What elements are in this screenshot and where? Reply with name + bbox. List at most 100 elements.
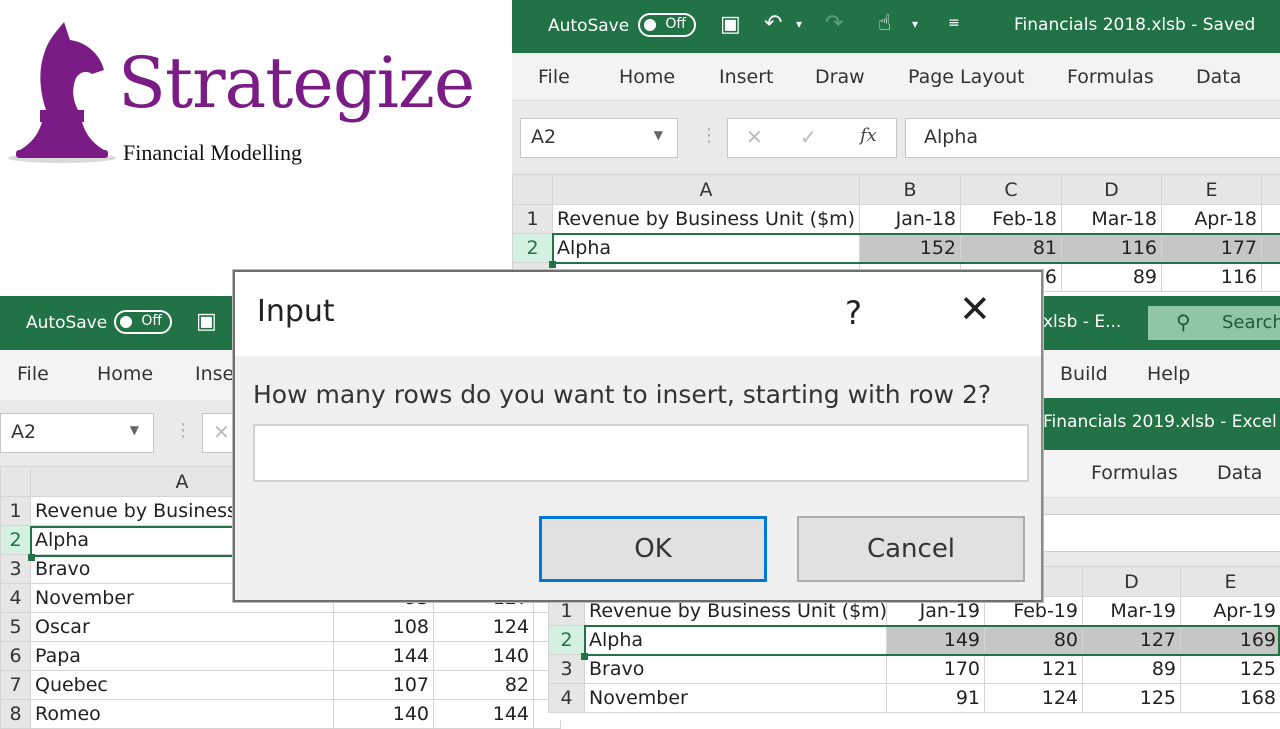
select-all-corner[interactable] xyxy=(513,175,553,205)
cancel-icon[interactable]: ✕ xyxy=(213,420,230,444)
cell[interactable]: 125 xyxy=(1181,655,1280,684)
save-icon[interactable]: ▣ xyxy=(196,311,217,333)
row-header[interactable]: 6 xyxy=(1,642,31,671)
column-header[interactable]: A xyxy=(553,175,860,205)
formula-input[interactable]: Alpha xyxy=(905,118,1280,158)
undo-dropdown-icon[interactable]: ▾ xyxy=(796,18,802,30)
tab-page-layout[interactable]: Page Layout xyxy=(908,66,1025,88)
column-header[interactable]: C xyxy=(961,175,1062,205)
tab-insert[interactable]: Inse xyxy=(195,363,234,385)
cell[interactable]: 170 xyxy=(887,655,985,684)
row-header[interactable]: 3 xyxy=(549,655,585,684)
cell[interactable]: Oscar xyxy=(31,613,334,642)
cell[interactable]: Mar-18 xyxy=(1062,205,1162,234)
cell[interactable]: Alpha xyxy=(553,234,860,263)
touch-mode-icon[interactable]: ☝ xyxy=(878,13,891,35)
cell[interactable]: November xyxy=(585,684,887,713)
ok-button[interactable]: OK xyxy=(539,516,767,582)
cell[interactable]: 168 xyxy=(1181,684,1280,713)
cell[interactable]: Feb-18 xyxy=(961,205,1062,234)
row-header[interactable]: 2 xyxy=(513,234,553,263)
cell[interactable]: 144 xyxy=(434,700,534,729)
row-header[interactable]: 7 xyxy=(1,671,31,700)
row-header[interactable]: 4 xyxy=(1,584,31,613)
select-all-corner[interactable] xyxy=(1,467,31,497)
column-header[interactable]: B xyxy=(860,175,961,205)
name-box[interactable]: A2▼ xyxy=(520,118,678,158)
cell[interactable]: Alpha xyxy=(585,626,887,655)
cell[interactable]: Apr-19 xyxy=(1181,597,1280,626)
tab-data[interactable]: Data xyxy=(1196,66,1241,88)
cancel-button[interactable]: Cancel xyxy=(797,516,1025,582)
cell[interactable]: 149 xyxy=(887,626,985,655)
tab-insert[interactable]: Insert xyxy=(719,66,774,88)
cell[interactable]: 81 xyxy=(961,234,1062,263)
cell[interactable]: Revenue by Business Unit ($m) xyxy=(553,205,860,234)
cell[interactable]: Apr-18 xyxy=(1162,205,1262,234)
cell[interactable]: Romeo xyxy=(31,700,334,729)
tab-home[interactable]: Home xyxy=(619,66,675,88)
autosave-toggle[interactable]: Off xyxy=(638,13,696,37)
enter-icon[interactable]: ✓ xyxy=(800,125,817,149)
formula-input[interactable] xyxy=(1043,514,1280,552)
tab-formulas[interactable]: Formulas xyxy=(1091,462,1178,484)
cell[interactable]: 80 xyxy=(985,626,1083,655)
column-header[interactable]: D xyxy=(1083,567,1181,597)
row-header[interactable]: 2 xyxy=(1,526,31,555)
autosave-toggle[interactable]: Off xyxy=(114,310,172,334)
cell[interactable]: 91 xyxy=(887,684,985,713)
cell[interactable]: 89 xyxy=(1083,655,1181,684)
name-box[interactable]: A2▼ xyxy=(0,413,154,453)
undo-icon[interactable]: ↶ xyxy=(764,13,782,35)
cell[interactable]: 121 xyxy=(985,655,1083,684)
cell[interactable]: 124 xyxy=(434,613,534,642)
touch-dropdown-icon[interactable]: ▾ xyxy=(912,18,918,30)
column-header[interactable]: E xyxy=(1162,175,1262,205)
cell[interactable]: 125 xyxy=(1083,684,1181,713)
customize-qat-icon[interactable]: ≡ xyxy=(948,16,960,30)
cell[interactable]: Mar-19 xyxy=(1083,597,1181,626)
cell[interactable]: 169 xyxy=(1181,626,1280,655)
fill-handle[interactable] xyxy=(28,554,35,561)
rows-count-input[interactable] xyxy=(253,424,1029,482)
cell[interactable]: 144 xyxy=(334,642,434,671)
save-icon[interactable]: ▣ xyxy=(720,14,741,36)
tab-help[interactable]: Help xyxy=(1147,363,1190,385)
cell[interactable]: Papa xyxy=(31,642,334,671)
cell[interactable]: 107 xyxy=(334,671,434,700)
tab-formulas[interactable]: Formulas xyxy=(1067,66,1154,88)
cell[interactable]: 124 xyxy=(985,684,1083,713)
cell[interactable]: 89 xyxy=(1062,263,1162,292)
tab-file[interactable]: File xyxy=(538,66,570,88)
row-header[interactable]: 1 xyxy=(513,205,553,234)
cell[interactable]: 108 xyxy=(334,613,434,642)
cell[interactable]: 140 xyxy=(334,700,434,729)
cell[interactable]: 127 xyxy=(1083,626,1181,655)
column-header[interactable]: D xyxy=(1062,175,1162,205)
help-icon[interactable]: ? xyxy=(845,294,862,332)
cell[interactable]: Jan-18 xyxy=(860,205,961,234)
cell[interactable]: Quebec xyxy=(31,671,334,700)
row-header[interactable]: 3 xyxy=(1,555,31,584)
tab-draw[interactable]: Draw xyxy=(815,66,865,88)
cell[interactable]: 177 xyxy=(1162,234,1262,263)
search-box[interactable]: ⚲ Search xyxy=(1148,306,1280,340)
tab-file[interactable]: File xyxy=(17,363,49,385)
row-header[interactable]: 4 xyxy=(549,684,585,713)
cell[interactable]: Bravo xyxy=(585,655,887,684)
fill-handle[interactable] xyxy=(549,261,556,268)
cancel-icon[interactable]: ✕ xyxy=(746,125,763,149)
tab-data[interactable]: Data xyxy=(1217,462,1262,484)
cell[interactable]: 116 xyxy=(1162,263,1262,292)
close-icon[interactable]: ✕ xyxy=(959,290,991,328)
row-header[interactable]: 1 xyxy=(1,497,31,526)
row-header[interactable]: 8 xyxy=(1,700,31,729)
row-header[interactable]: 5 xyxy=(1,613,31,642)
tab-build[interactable]: Build xyxy=(1060,363,1108,385)
row-header[interactable]: 2 xyxy=(549,626,585,655)
cell[interactable]: 82 xyxy=(434,671,534,700)
fill-handle[interactable] xyxy=(581,653,588,660)
cell[interactable]: 140 xyxy=(434,642,534,671)
column-header[interactable]: E xyxy=(1181,567,1280,597)
cell[interactable]: 152 xyxy=(860,234,961,263)
